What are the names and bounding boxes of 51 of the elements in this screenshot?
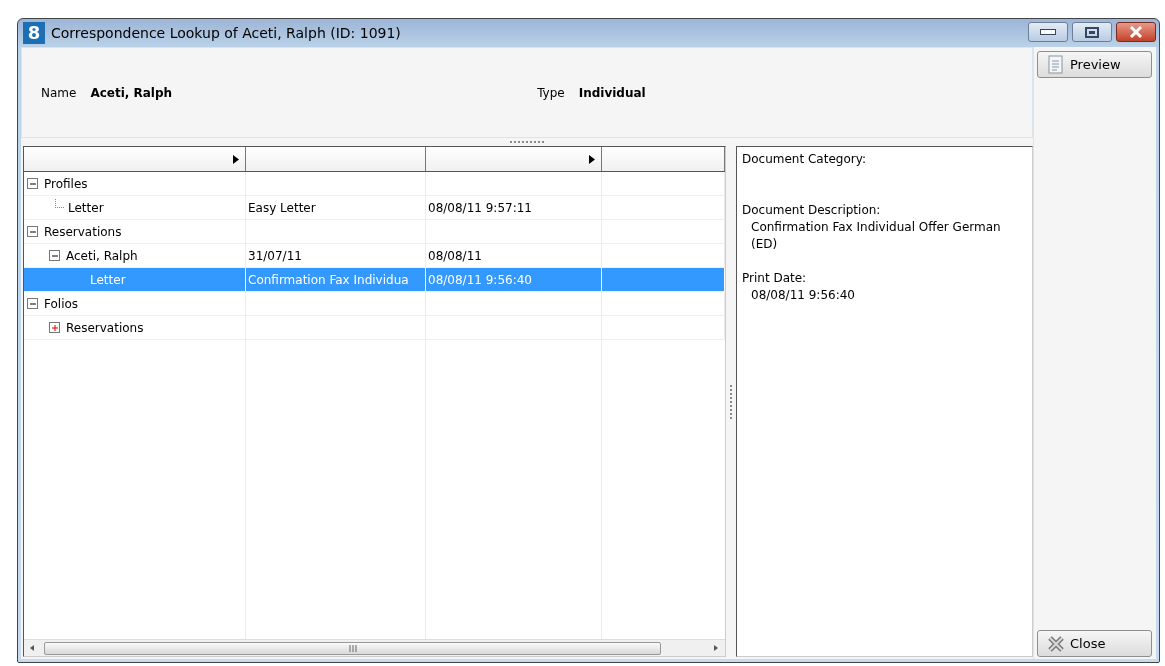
detail-label: Document Description: [742,202,882,219]
close-button[interactable]: Close [1037,630,1152,657]
arrow-icon [233,154,239,164]
cell-text: Easy Letter [248,199,316,217]
field-value: Aceti, Ralph [90,84,173,102]
cell-text: 08/08/11 9:56:40 [428,271,532,289]
document-icon [1046,55,1066,74]
detail-label: Document Category: [742,151,867,168]
detail-value: 08/08/11 9:56:40 [750,287,856,304]
field-value: Individual [578,84,646,102]
field-label: Name [41,84,77,102]
close-window-button[interactable] [1116,22,1156,42]
collapse-icon[interactable] [27,226,38,237]
tree-row[interactable]: Reservations [24,220,725,244]
node-label: Letter [67,199,104,217]
expand-icon[interactable] [49,322,60,333]
close-icon [1129,26,1143,38]
collapse-icon[interactable] [27,178,38,189]
collapse-icon[interactable] [49,250,60,261]
node-label: Profiles [43,175,88,193]
cell-text: 31/07/11 [248,247,302,265]
node-label: Aceti, Ralph [65,247,138,265]
scroll-thumb[interactable] [44,641,661,655]
app-logo: 8 [23,22,45,44]
detail-label: Print Date: [742,270,808,287]
arrow-icon [589,154,595,164]
splitter-grip[interactable] [509,140,545,144]
node-label: Reservations [65,319,144,337]
field-label: Type [537,84,565,102]
grip-icon [348,644,357,652]
tree-row[interactable]: Profiles [24,172,725,196]
horizontal-scrollbar[interactable] [24,639,725,656]
maximize-button[interactable] [1072,22,1112,42]
detail-value: Confirmation Fax Individual Offer German (ED) [750,219,1002,253]
preview-button[interactable]: Preview [1037,51,1152,78]
window-title: Correspondence Lookup of Aceti, Ralph (ID: 1091) [51,23,401,43]
tree-row[interactable]: Folios [24,292,725,316]
cell-text: 08/08/11 9:57:11 [428,199,532,217]
node-label: Reservations [43,223,122,241]
tree-row[interactable]: Letter Easy Letter 08/08/11 9:57:11 [24,196,725,220]
cross-icon [1046,634,1066,653]
maximize-icon [1085,26,1099,38]
minimize-icon [1040,29,1056,35]
splitter-grip[interactable] [729,383,733,420]
minimize-button[interactable] [1028,22,1068,42]
cell-text: Confirmation Fax Individua [248,271,409,289]
collapse-icon[interactable] [27,298,38,309]
node-label: Letter [89,271,126,289]
cell-text: 08/08/11 [428,247,482,265]
node-label: Folios [43,295,79,313]
tree-row[interactable]: Reservations [24,316,725,340]
